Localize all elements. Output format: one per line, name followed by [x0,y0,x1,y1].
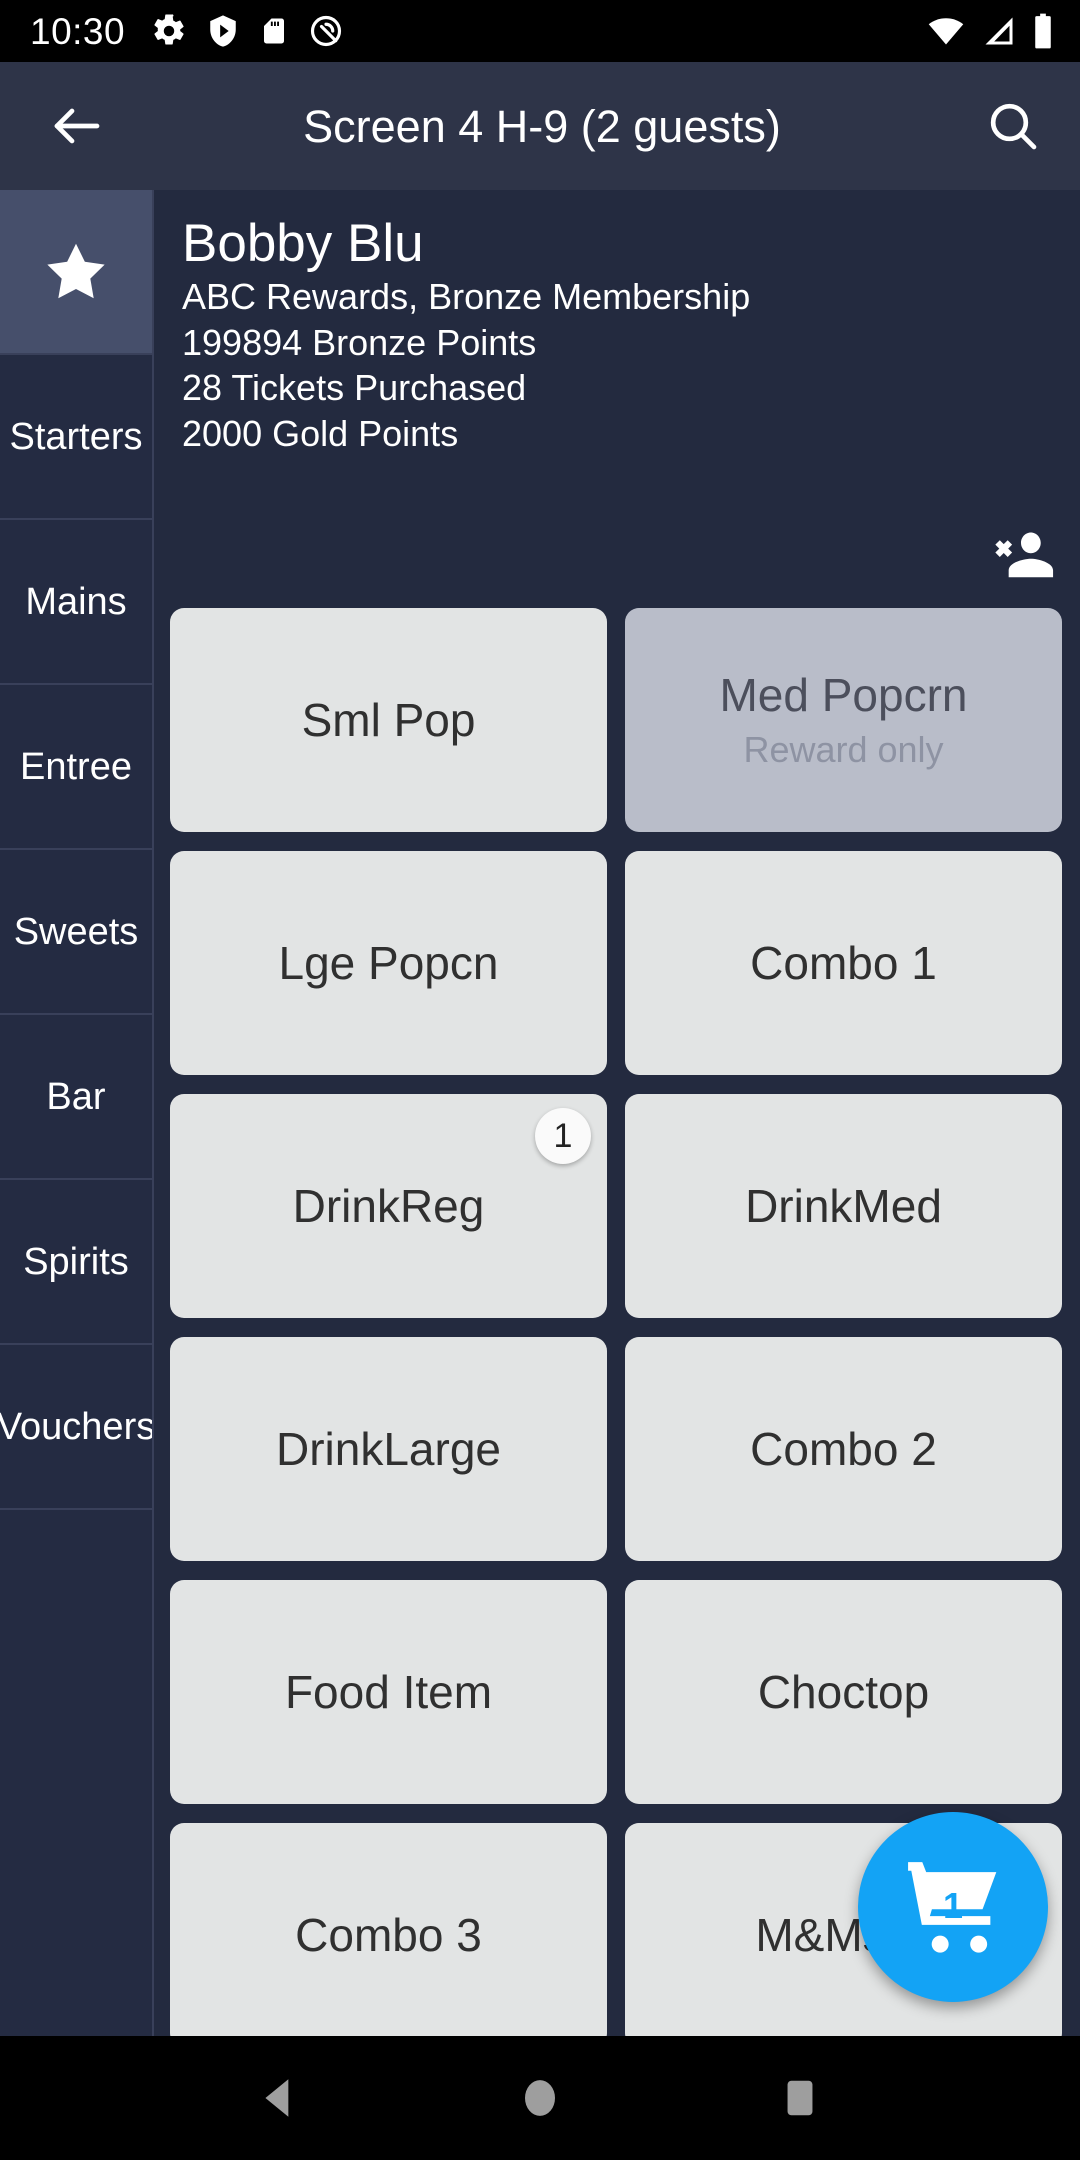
product-label: DrinkLarge [276,1423,501,1475]
phone-screen: 10:30 Screen 4 H-9 (2 guests) Starters M… [0,0,1080,2160]
product-label: Med Popcrn [719,669,968,721]
product-button[interactable]: Sml Pop [170,608,607,832]
remove-guest-button[interactable] [978,512,1064,598]
page-title: Screen 4 H-9 (2 guests) [303,100,781,152]
shopping-cart-icon [908,1862,997,1953]
product-button[interactable]: Med Popcrn Reward only [625,608,1062,832]
status-right-icons [926,12,1054,50]
product-button[interactable]: 1 DrinkReg [170,1094,607,1318]
content-area: Starters Mains Entree Sweets Bar Spirits… [0,190,1080,2036]
product-button[interactable]: DrinkMed [625,1094,1062,1318]
product-button[interactable]: Combo 1 [625,851,1062,1075]
product-row: Sml Pop Med Popcrn Reward only [156,608,1080,832]
customer-bronze-points: 199894 Bronze Points [182,321,537,363]
product-row: 1 DrinkReg DrinkMed [156,1094,1080,1318]
sidebar-item-label: Entree [20,745,132,788]
sidebar-item-spirits[interactable]: Spirits [0,1180,152,1345]
sd-card-icon [264,18,285,44]
sidebar-item-bar[interactable]: Bar [0,1015,152,1180]
product-button[interactable]: Choctop [625,1580,1062,1804]
customer-panel: Bobby Blu ABC Rewards, Bronze Membership… [156,190,1080,455]
sidebar-item-sweets[interactable]: Sweets [0,850,152,1015]
app-bar: Screen 4 H-9 (2 guests) [0,62,1080,190]
product-label: Combo 2 [750,1423,937,1475]
nav-home-button[interactable] [480,2036,600,2160]
sidebar-item-entree[interactable]: Entree [0,685,152,850]
shield-play-icon [210,15,236,47]
product-button[interactable]: Combo 2 [625,1337,1062,1561]
nav-recents-button[interactable] [740,2036,860,2160]
quantity-badge: 1 [535,1108,591,1164]
product-label: Food Item [284,1666,493,1718]
product-button[interactable]: DrinkLarge [170,1337,607,1561]
nav-back-button[interactable] [220,2036,340,2160]
sidebar-item-label: Starters [9,415,143,458]
product-sublabel: Reward only [743,729,944,770]
person-remove-icon [995,532,1054,578]
sidebar-item-vouchers[interactable]: Vouchers [0,1345,152,1510]
product-label: Choctop [757,1666,930,1718]
sidebar-item-label: Vouchers [0,1405,152,1448]
back-arrow-icon [54,108,100,144]
customer-membership: ABC Rewards, Bronze Membership [182,276,751,318]
status-left-icons [151,13,344,49]
customer-name: Bobby Blu [182,214,424,273]
product-label: DrinkMed [745,1180,942,1232]
sidebar-item-mains[interactable]: Mains [0,520,152,685]
status-bar: 10:30 [0,0,1080,62]
search-icon [990,103,1037,150]
circle-slash-icon [311,15,342,47]
customer-gold-points: 2000 Gold Points [182,412,459,454]
status-clock: 10:30 [30,10,126,52]
sidebar-item-starters[interactable]: Starters [0,355,152,520]
search-button[interactable] [974,87,1052,165]
nav-home-icon [525,2080,555,2116]
sidebar-item-favourites[interactable] [0,190,152,355]
product-button[interactable]: Combo 3 [170,1823,607,2036]
product-row: Lge Popcn Combo 1 [156,851,1080,1075]
nav-back-icon [265,2079,289,2117]
product-row: Food Item Choctop [156,1580,1080,1804]
product-button[interactable]: Food Item [170,1580,607,1804]
settings-gear-icon [154,14,184,45]
cart-fab-button[interactable]: 1 [858,1812,1048,2002]
product-label: Combo 1 [750,937,937,989]
product-label: Sml Pop [301,694,476,746]
android-nav-bar [0,2036,1080,2160]
sidebar-item-label: Mains [25,580,127,623]
sidebar-item-label: Sweets [13,910,139,953]
star-icon [47,243,105,298]
wifi-icon [928,18,964,45]
nav-recents-icon [787,2080,813,2116]
product-label: Combo 3 [295,1909,482,1961]
sidebar-item-label: Bar [46,1075,106,1118]
product-button[interactable]: Lge Popcn [170,851,607,1075]
customer-tickets: 28 Tickets Purchased [182,367,527,409]
sidebar-item-label: Spirits [23,1240,129,1283]
product-label: DrinkReg [292,1180,485,1232]
back-button[interactable] [38,87,116,165]
product-row: DrinkLarge Combo 2 [156,1337,1080,1561]
battery-full-icon [1035,13,1051,49]
cell-signal-icon [985,17,1013,45]
category-sidebar[interactable]: Starters Mains Entree Sweets Bar Spirits… [0,190,154,2036]
product-label: Lge Popcn [278,937,499,989]
